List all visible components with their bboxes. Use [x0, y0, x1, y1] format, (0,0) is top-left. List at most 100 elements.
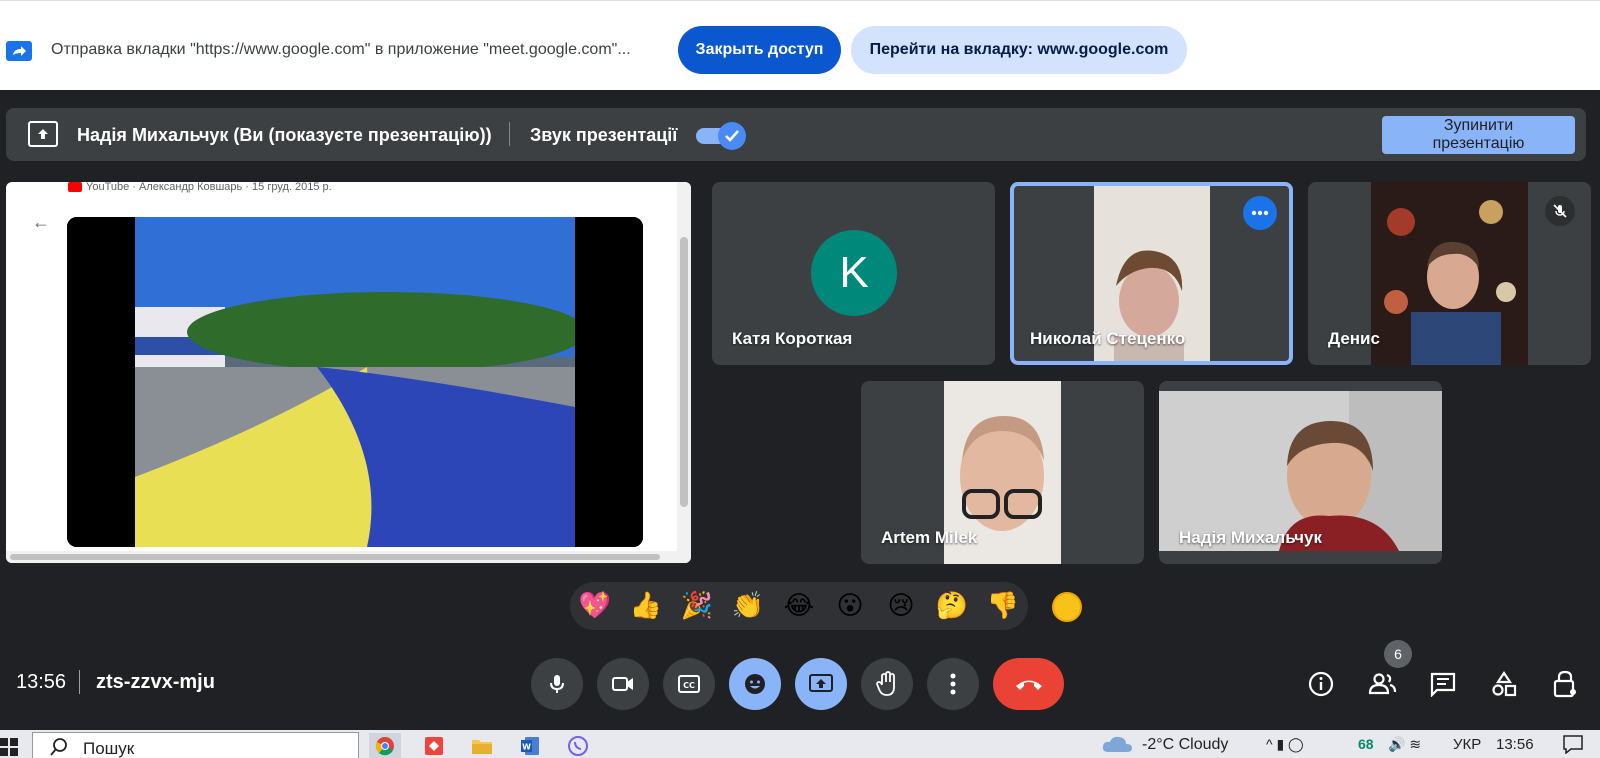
remote-desktop-icon — [425, 736, 443, 755]
video-frame — [67, 217, 643, 547]
presentation-sound-label: Звук презентації — [530, 125, 678, 145]
check-icon — [718, 122, 746, 150]
leave-call-button[interactable] — [993, 658, 1064, 710]
windows-taskbar: Пошук W -2°C Cloudy ^ ▮ ◯ 68 🔊 ≋ УКР 13:… — [0, 730, 1600, 758]
present-button[interactable] — [795, 658, 847, 710]
reaction-clapping[interactable]: 👏 — [727, 588, 769, 624]
svg-text:CC: CC — [683, 681, 695, 690]
people-icon — [1368, 673, 1397, 695]
weather-widget[interactable]: -2°C Cloudy — [1142, 736, 1228, 754]
reaction-party-popper[interactable]: 🎉 — [676, 588, 718, 624]
scrollbar-thumb[interactable] — [10, 554, 660, 560]
notifications-icon[interactable] — [1562, 734, 1584, 754]
video-source-label: YouTube · Александр Ковшарь · 15 груд. 2… — [86, 182, 332, 193]
cloud-icon — [1102, 736, 1132, 752]
meeting-code: zts-zzvx-mju — [96, 671, 215, 693]
vertical-scrollbar[interactable] — [677, 182, 691, 563]
reaction-laughing[interactable]: 😂 — [778, 588, 820, 624]
presenter-label: Надія Михальчук (Ви (показуєте презентац… — [77, 125, 492, 145]
hand-icon — [876, 671, 895, 696]
search-icon — [50, 738, 67, 756]
participant-tile-active[interactable]: Николай Стеценко — [1010, 182, 1293, 365]
participant-name: Надія Михальчук — [1179, 528, 1322, 547]
viber-taskbar-app[interactable] — [562, 733, 594, 758]
participant-tile[interactable]: Надія Михальчук — [1159, 381, 1442, 564]
chrome-icon — [375, 736, 394, 755]
hang-up-icon — [1015, 680, 1042, 690]
stop-sharing-button[interactable]: Закрыть доступ — [678, 26, 841, 74]
reactions-button[interactable] — [729, 658, 781, 710]
reaction-thumbs-up[interactable]: 👍 — [625, 588, 667, 624]
svg-text:W: W — [522, 742, 531, 751]
windows-start-icon[interactable] — [0, 738, 18, 758]
info-icon — [1308, 671, 1334, 697]
taskbar-search-input[interactable]: Пошук — [32, 732, 359, 758]
word-icon: W — [521, 736, 539, 755]
presentation-sound-toggle[interactable] — [696, 122, 746, 150]
chat-icon — [1430, 672, 1456, 697]
presentation-bar: Надія Михальчук (Ви (показуєте презентац… — [6, 108, 1586, 161]
reaction-crying[interactable]: 😢 — [880, 588, 922, 624]
skin-tone-selector[interactable] — [1052, 592, 1082, 622]
reaction-thinking[interactable]: 🤔 — [931, 588, 973, 624]
go-to-tab-button[interactable]: Перейти на вкладку: www.google.com — [851, 26, 1187, 74]
participant-name: Николай Стеценко — [1030, 329, 1186, 348]
divider — [509, 122, 510, 146]
microphone-button[interactable] — [531, 658, 583, 710]
reaction-sparkling-heart[interactable]: 💖 — [574, 588, 616, 624]
participant-video — [1159, 391, 1442, 551]
more-vert-icon — [950, 673, 956, 695]
participant-tile[interactable]: K Катя Короткая — [712, 182, 995, 365]
word-taskbar-app[interactable]: W — [514, 733, 546, 758]
divider — [79, 670, 80, 694]
present-icon — [809, 674, 833, 692]
more-options-button[interactable] — [1243, 196, 1277, 230]
scrollbar-thumb[interactable] — [680, 237, 688, 507]
file-explorer-taskbar-app[interactable] — [466, 733, 498, 758]
shapes-icon — [1492, 671, 1517, 697]
horizontal-scrollbar[interactable] — [6, 551, 677, 563]
reactions-bar: 💖 👍 🎉 👏 😂 😮 😢 🤔 👎 — [570, 582, 1028, 630]
battery-level[interactable]: 68 — [1358, 736, 1374, 752]
mic-icon — [550, 675, 564, 693]
participant-tile[interactable]: Денис — [1308, 182, 1591, 365]
reaction-surprised[interactable]: 😮 — [829, 588, 871, 624]
mic-off-icon — [1545, 196, 1575, 226]
people-count-badge: 6 — [1384, 640, 1412, 668]
volume-wifi-icons[interactable]: 🔊 ≋ — [1388, 736, 1421, 753]
present-screen-icon — [28, 121, 58, 147]
reaction-thumbs-down[interactable]: 👎 — [982, 588, 1024, 624]
chrome-taskbar-app[interactable] — [369, 733, 401, 758]
captions-icon: CC — [678, 675, 700, 693]
viber-icon — [568, 735, 588, 756]
language-indicator[interactable]: УКР — [1453, 736, 1481, 753]
host-controls-button[interactable] — [1544, 663, 1586, 705]
activities-button[interactable] — [1483, 663, 1525, 705]
participant-video — [1371, 182, 1528, 365]
avatar: K — [811, 230, 897, 316]
share-tab-icon — [6, 41, 32, 61]
lock-person-icon — [1553, 670, 1576, 698]
search-placeholder: Пошук — [83, 739, 135, 758]
back-arrow-icon[interactable]: ← — [32, 212, 50, 233]
sharing-message: Отправка вкладки "https://www.google.com… — [51, 41, 631, 58]
more-options-button[interactable] — [927, 658, 979, 710]
participant-name: Денис — [1328, 329, 1380, 348]
system-tray-icons[interactable]: ^ ▮ ◯ — [1266, 736, 1304, 753]
stop-presenting-button[interactable]: Зупинити презентацію — [1382, 116, 1575, 154]
people-button[interactable] — [1361, 663, 1403, 705]
shared-screen: YouTube · Александр Ковшарь · 15 груд. 2… — [6, 182, 691, 563]
chat-button[interactable] — [1422, 663, 1464, 705]
emoji-icon — [745, 674, 765, 694]
camera-button[interactable] — [597, 658, 649, 710]
anydesk-taskbar-app[interactable] — [418, 733, 450, 758]
raise-hand-button[interactable] — [861, 658, 913, 710]
tab-sharing-bar: Отправка вкладки "https://www.google.com… — [0, 0, 1600, 90]
meeting-time: 13:56 — [16, 671, 67, 693]
folder-icon — [472, 739, 492, 754]
participant-tile[interactable]: Artem Milek — [861, 381, 1144, 564]
video-player[interactable] — [67, 217, 643, 547]
taskbar-clock[interactable]: 13:56 — [1496, 736, 1534, 753]
captions-button[interactable]: CC — [663, 658, 715, 710]
meeting-details-button[interactable] — [1300, 663, 1342, 705]
